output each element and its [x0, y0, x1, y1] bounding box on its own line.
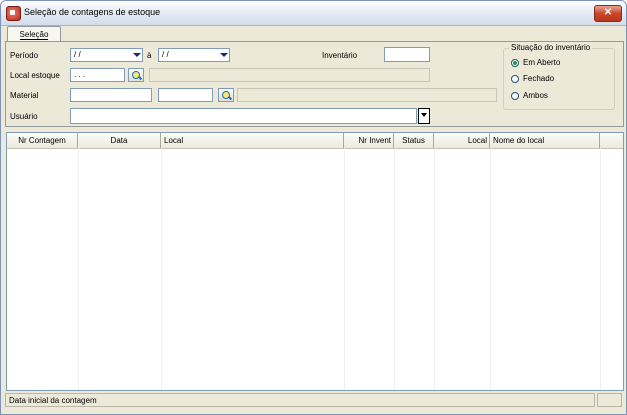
local-estoque-lookup-button[interactable] — [128, 68, 144, 82]
col-filler — [600, 133, 623, 148]
periodo-to-value: / / — [162, 50, 169, 59]
grid-column-area — [434, 148, 491, 390]
col-status[interactable]: Status — [394, 133, 434, 148]
chevron-down-icon[interactable] — [418, 108, 430, 124]
col-data[interactable]: Data — [78, 133, 161, 148]
window: Seleção de contagens de estoque ✕ Seleçã… — [0, 0, 627, 415]
app-icon — [6, 6, 21, 21]
situacao-title: Situação do inventário — [509, 43, 593, 52]
tab-selecao-label: Seleção — [19, 30, 49, 40]
col-local-code[interactable]: Local — [434, 133, 490, 148]
col-local[interactable]: Local — [161, 133, 344, 148]
tab-selecao[interactable]: Seleção — [7, 26, 61, 42]
grid-column-area — [7, 148, 79, 390]
status-bar-panel — [597, 393, 622, 407]
local-estoque-description — [149, 68, 430, 82]
grid-header: Nr Contagem Data Local Nr Invent Status … — [7, 133, 623, 149]
window-title: Seleção de contagens de estoque — [24, 7, 161, 17]
usuario-combo[interactable] — [70, 108, 417, 124]
periodo-separator: à — [147, 51, 152, 60]
status-bar-text: Data inicial da contagem — [5, 393, 595, 407]
col-nr-contagem[interactable]: Nr Contagem — [7, 133, 78, 148]
periodo-to-date[interactable]: / / — [158, 48, 230, 62]
title-bar[interactable]: Seleção de contagens de estoque ✕ — [1, 1, 626, 26]
inventario-label: Inventário — [322, 51, 358, 60]
periodo-from-value: / / — [74, 50, 81, 59]
material-description — [237, 88, 497, 102]
inventario-input[interactable] — [384, 47, 430, 62]
radio-em-aberto-label: Em Aberto — [523, 58, 561, 67]
grid-column-area — [490, 148, 601, 390]
chevron-down-icon[interactable] — [131, 49, 142, 61]
results-grid[interactable]: Nr Contagem Data Local Nr Invent Status … — [6, 132, 624, 391]
material-label: Material — [10, 91, 39, 100]
radio-fechado[interactable] — [511, 75, 519, 83]
periodo-from-date[interactable]: / / — [70, 48, 143, 62]
grid-column-area — [161, 148, 345, 390]
col-nr-invent[interactable]: Nr Invent — [344, 133, 394, 148]
chevron-down-icon[interactable] — [218, 49, 229, 61]
col-nome-do-local[interactable]: Nome do local — [490, 133, 600, 148]
material-sub-input[interactable] — [158, 88, 213, 102]
material-lookup-button[interactable] — [218, 88, 234, 102]
grid-column-area — [394, 148, 435, 390]
close-icon: ✕ — [603, 7, 613, 18]
local-estoque-label: Local estoque — [10, 71, 60, 80]
local-estoque-input[interactable]: . . . — [70, 68, 125, 82]
radio-ambos[interactable] — [511, 92, 519, 100]
close-button[interactable]: ✕ — [594, 5, 622, 22]
radio-fechado-label: Fechado — [523, 74, 555, 83]
radio-em-aberto[interactable] — [511, 59, 519, 67]
grid-column-area — [344, 148, 395, 390]
grid-column-area — [78, 148, 162, 390]
radio-ambos-label: Ambos — [523, 91, 548, 100]
material-code-input[interactable] — [70, 88, 152, 102]
periodo-label: Período — [10, 51, 39, 60]
usuario-label: Usuário — [10, 112, 38, 121]
